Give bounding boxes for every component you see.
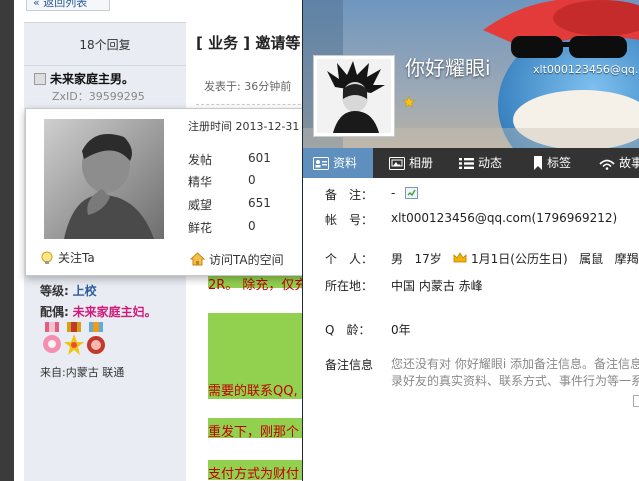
medal-icon[interactable] — [42, 322, 62, 358]
qage-label: Q 龄： — [325, 323, 371, 337]
star-sign: 摩羯座 — [614, 252, 639, 266]
author-level: 等级: 上校 — [40, 282, 97, 299]
stat-value: 601 — [248, 151, 271, 165]
reply-count: 18个回复 — [24, 22, 186, 66]
author-location: 来自:内蒙古 联通 — [40, 366, 125, 379]
gender: 男 — [391, 252, 404, 266]
visit-space-button[interactable]: 访问TA的空间 — [190, 251, 284, 268]
user-info-card: 注册时间 2013-12-31 发帖 601 精华 0 威望 651 鲜花 0 … — [25, 108, 325, 276]
zodiac: 属鼠 — [579, 252, 604, 266]
tab-label: 相册 — [409, 156, 434, 170]
left-window-edge — [0, 0, 14, 481]
tab-tags[interactable]: 标签 — [529, 148, 591, 178]
home-icon — [190, 252, 205, 266]
id-card-icon — [313, 157, 329, 170]
remark-label: 备 注： — [325, 188, 374, 202]
wifi-icon — [599, 159, 615, 170]
star-icon[interactable] — [403, 96, 415, 108]
spouse-value[interactable]: 未来家庭主妇。 — [73, 305, 157, 319]
post-time: 发表于: 36分钟前 — [204, 80, 292, 93]
back-to-list-button[interactable]: « 返回列表 — [26, 0, 110, 11]
stat-label: 鲜花 — [188, 221, 213, 235]
bookmark-icon — [534, 156, 542, 170]
visit-label: 访问TA的空间 — [209, 253, 284, 267]
edit-remark-icon[interactable] — [405, 187, 419, 199]
tab-story[interactable]: 故事 — [595, 148, 639, 178]
photo-icon — [389, 157, 405, 170]
stat-label: 精华 — [188, 175, 213, 189]
remark-text: - — [391, 186, 396, 200]
stat-label: 发帖 — [188, 153, 213, 167]
profile-nickname: 你好耀眼i — [405, 56, 491, 80]
scrollbar-handle[interactable] — [633, 395, 639, 407]
follow-button[interactable]: 关注Ta — [40, 249, 95, 266]
medal-row — [42, 322, 122, 360]
author-username[interactable]: 未来家庭主男。 — [50, 72, 134, 86]
post-text-line: 需要的联系QQ, — [208, 384, 298, 399]
personal-value: 男 17岁 1月1日(公历生日) 属鼠 摩羯座 — [391, 250, 639, 267]
tab-feed[interactable]: 动态 — [455, 148, 521, 178]
level-label: 等级: — [40, 284, 69, 298]
post-text-line: 重发下，刚那个 — [208, 425, 300, 440]
tab-label: 标签 — [547, 156, 572, 170]
tab-profile[interactable]: 资料 — [303, 148, 373, 178]
remark-info-line: 录好友的真实资料、联系方式、事件行为等一系 — [391, 374, 639, 388]
post-text-line: 支付方式为财付 — [208, 467, 300, 481]
location-value: 中国 内蒙古 赤峰 — [391, 279, 483, 293]
location-label: 所在地： — [325, 279, 374, 293]
user-icon — [34, 73, 46, 85]
birthday: 1月1日(公历生日) — [471, 252, 568, 266]
remark-value: - — [391, 186, 419, 200]
stat-value: 651 — [248, 196, 271, 210]
qq-profile-window: 你好耀眼i xlt000123456@qq. 资料 相册 动态 标签 故事 备 … — [302, 0, 639, 481]
author-spouse: 配偶: 未来家庭主妇。 — [40, 303, 157, 320]
medal-icon[interactable] — [64, 322, 84, 358]
tab-label: 动态 — [478, 156, 503, 170]
user-photo[interactable] — [44, 119, 164, 239]
spouse-label: 配偶: — [40, 305, 69, 319]
profile-tab-bar: 资料 相册 动态 标签 故事 — [303, 148, 639, 178]
tab-album[interactable]: 相册 — [385, 148, 451, 178]
account-value: xlt000123456@qq.com(1796969212) — [391, 211, 618, 225]
thread-title: [ 业务 ] 邀请等 — [196, 34, 301, 52]
medal-icon[interactable] — [86, 322, 106, 358]
remark-info-line: 您还没有对 你好耀眼i 添加备注信息。备注信息 — [391, 357, 639, 371]
stat-label: 威望 — [188, 198, 213, 212]
post-text-line: 2R。 除充，仅充 — [208, 278, 308, 293]
author-name-row[interactable]: 未来家庭主男。 — [34, 70, 134, 87]
account-label: 帐 号： — [325, 213, 374, 227]
personal-label: 个 人： — [325, 252, 374, 266]
remark-info-label: 备注信息 — [325, 358, 374, 372]
remark-info-text: 您还没有对 你好耀眼i 添加备注信息。备注信息 录好友的真实资料、联系方式、事件… — [391, 356, 639, 390]
qage-value: 0年 — [391, 323, 411, 337]
tab-label: 资料 — [333, 156, 358, 170]
profile-account-header: xlt000123456@qq. — [533, 63, 639, 76]
profile-avatar[interactable] — [313, 55, 395, 137]
crown-icon — [453, 252, 467, 263]
register-time: 注册时间 2013-12-31 — [188, 120, 300, 133]
stat-value: 0 — [248, 219, 256, 233]
stat-value: 0 — [248, 173, 256, 187]
post-divider — [196, 104, 316, 105]
author-zxid: ZxID：39599295 — [52, 90, 145, 103]
bulb-icon — [41, 251, 53, 264]
level-value[interactable]: 上校 — [73, 284, 97, 298]
list-icon — [459, 158, 474, 169]
follow-label: 关注Ta — [58, 251, 95, 265]
age: 17岁 — [414, 252, 442, 266]
tab-label: 故事 — [619, 156, 639, 170]
